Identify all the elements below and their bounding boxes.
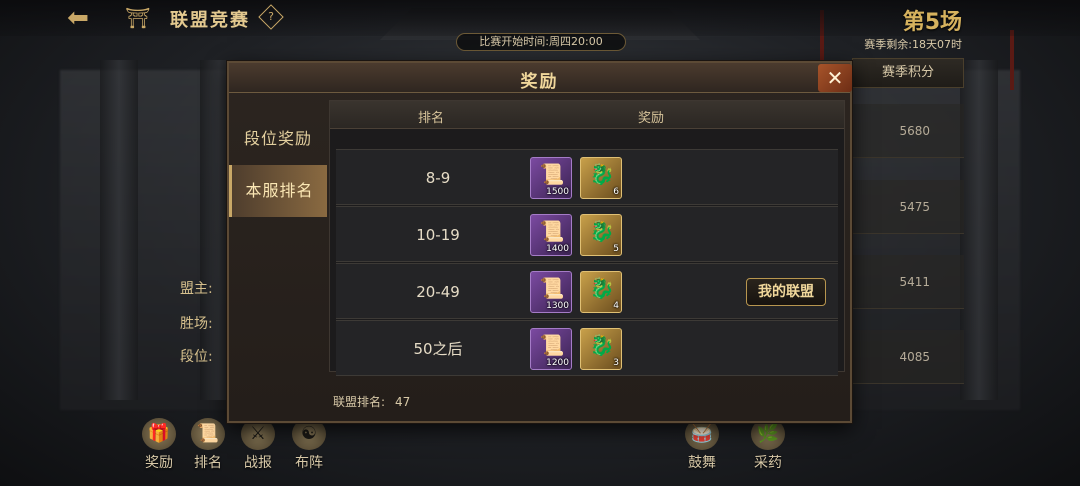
table-header: 排名 奖励 bbox=[330, 101, 844, 129]
back-arrow-icon[interactable]: ⬅ bbox=[60, 4, 96, 32]
modal-title: 奖励 bbox=[520, 72, 559, 92]
reward-item[interactable]: 📜 1300 bbox=[530, 271, 572, 313]
wins-label: 胜场: bbox=[180, 316, 213, 332]
gather-herbs-button-label: 采药 bbox=[754, 455, 782, 471]
order-scroll-icon: 📜 bbox=[539, 219, 565, 243]
item-quantity: 1400 bbox=[546, 244, 569, 254]
battle-report-button[interactable]: ⚔ 战报 bbox=[238, 418, 278, 478]
background-flag bbox=[1010, 30, 1014, 90]
reward-item[interactable]: 📜 1200 bbox=[530, 328, 572, 370]
tier-label: 段位: bbox=[180, 349, 213, 365]
reward-item[interactable]: 🐉 6 bbox=[580, 157, 622, 199]
item-quantity: 1300 bbox=[546, 301, 569, 311]
ranking-button[interactable]: 📜 排名 bbox=[188, 418, 228, 478]
rank-range: 20-49 bbox=[416, 283, 460, 301]
close-icon: ✕ bbox=[826, 66, 844, 90]
score-row: 5411 bbox=[852, 255, 964, 309]
table-row: 20-49 📜 1300 🐉 4 我的联盟 bbox=[336, 263, 838, 319]
table-row: 50之后 📜 1200 🐉 3 bbox=[336, 320, 838, 376]
reward-item[interactable]: 🐉 3 bbox=[580, 328, 622, 370]
reward-item[interactable]: 🐉 5 bbox=[580, 214, 622, 256]
round-label: 第5场 bbox=[902, 10, 962, 35]
qilin-statue-icon: 🐉 bbox=[589, 219, 615, 243]
partial-row-above bbox=[530, 129, 630, 135]
rank-range: 8-9 bbox=[425, 169, 451, 187]
alliance-rank-label: 联盟排名: bbox=[333, 395, 386, 409]
gather-herbs-button[interactable]: 🌿 采药 bbox=[748, 418, 788, 478]
help-button[interactable]: ? bbox=[258, 4, 284, 30]
order-scroll-icon: 📜 bbox=[539, 333, 565, 357]
background-pillar bbox=[960, 60, 998, 400]
reward-button-label: 奖励 bbox=[145, 455, 173, 471]
qilin-statue-icon: 🐉 bbox=[589, 276, 615, 300]
close-button[interactable]: ✕ bbox=[818, 64, 852, 92]
scroll-icon: 📜 bbox=[191, 418, 225, 450]
item-quantity: 5 bbox=[613, 244, 619, 254]
season-score-header: 赛季积分 bbox=[852, 58, 964, 88]
item-quantity: 4 bbox=[613, 301, 619, 311]
item-quantity: 6 bbox=[613, 187, 619, 197]
my-alliance-badge: 我的联盟 bbox=[746, 278, 826, 306]
leader-label: 盟主: bbox=[180, 281, 213, 297]
tab-server-ranking[interactable]: 本服排名 bbox=[229, 165, 327, 217]
item-quantity: 1500 bbox=[546, 187, 569, 197]
formation-button-label: 布阵 bbox=[295, 455, 323, 471]
reward-button[interactable]: 🎁 奖励 bbox=[139, 418, 179, 478]
table-row: 8-9 📜 1500 🐉 6 bbox=[336, 149, 838, 205]
column-header-reward: 奖励 bbox=[637, 111, 664, 126]
score-row: 5475 bbox=[852, 180, 964, 234]
ranking-button-label: 排名 bbox=[194, 455, 222, 471]
reward-icon: 🎁 bbox=[142, 418, 176, 450]
alliance-gate-icon: ⛩ bbox=[125, 6, 151, 30]
tab-tier-reward[interactable]: 段位奖励 bbox=[229, 113, 327, 165]
inspire-button-label: 鼓舞 bbox=[688, 455, 716, 471]
reward-table[interactable]: 排名 奖励 8-9 📜 1500 🐉 6 10-19 📜 1400 🐉 5 20… bbox=[329, 100, 845, 376]
reward-item[interactable]: 📜 1400 bbox=[530, 214, 572, 256]
top-bar: ⬅ ⛩ 联盟竞赛 ? 第5场 bbox=[0, 0, 1080, 36]
table-row: 10-19 📜 1400 🐉 5 bbox=[336, 206, 838, 262]
qilin-statue-icon: 🐉 bbox=[589, 162, 615, 186]
reward-modal: 奖励 ✕ 段位奖励 本服排名 排名 奖励 8-9 📜 1500 🐉 6 10-1… bbox=[227, 61, 852, 423]
side-tabs: 段位奖励 本服排名 bbox=[229, 113, 327, 217]
qilin-statue-icon: 🐉 bbox=[589, 333, 615, 357]
score-row: 5680 bbox=[852, 104, 964, 158]
score-row: 4085 bbox=[852, 330, 964, 384]
season-remaining: 赛季剩余:18天07时 bbox=[864, 38, 962, 51]
order-scroll-icon: 📜 bbox=[539, 276, 565, 300]
background-pillar bbox=[100, 60, 138, 400]
order-scroll-icon: 📜 bbox=[539, 162, 565, 186]
rank-range: 10-19 bbox=[416, 226, 460, 244]
help-icon: ? bbox=[268, 10, 274, 23]
reward-item[interactable]: 🐉 4 bbox=[580, 271, 622, 313]
battle-report-button-label: 战报 bbox=[244, 455, 272, 471]
alliance-rank: 联盟排名: 47 bbox=[333, 393, 410, 410]
page-title: 联盟竞赛 bbox=[170, 10, 250, 31]
inspire-button[interactable]: 🥁 鼓舞 bbox=[682, 418, 722, 478]
formation-button[interactable]: ☯ 布阵 bbox=[289, 418, 329, 478]
alliance-rank-value: 47 bbox=[395, 395, 411, 409]
start-time-badge: 比赛开始时间:周四20:00 bbox=[456, 33, 626, 51]
column-header-rank: 排名 bbox=[417, 111, 444, 126]
rank-range: 50之后 bbox=[413, 340, 463, 358]
item-quantity: 3 bbox=[613, 358, 619, 368]
item-quantity: 1200 bbox=[546, 358, 569, 368]
reward-item[interactable]: 📜 1500 bbox=[530, 157, 572, 199]
